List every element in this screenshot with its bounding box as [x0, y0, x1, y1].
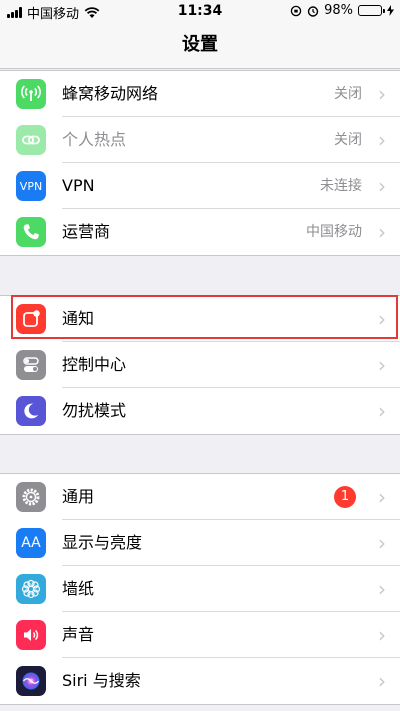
settings-row-display-brightness[interactable]: AA 显示与亮度 › — [0, 520, 400, 566]
chevron-right-icon: › — [378, 220, 386, 244]
settings-group-network: 蜂窝移动网络 关闭 › 个人热点 关闭 › VPN VPN 未连接 › 运营商 … — [0, 70, 400, 256]
settings-row-cellular[interactable]: 蜂窝移动网络 关闭 › — [0, 71, 400, 117]
settings-row-siri-search[interactable]: Siri 与搜索 › — [0, 658, 400, 704]
notifications-icon — [16, 304, 46, 334]
siri-icon — [16, 666, 46, 696]
cellular-antenna-icon — [16, 79, 46, 109]
chevron-right-icon: › — [378, 399, 386, 423]
chevron-right-icon: › — [378, 174, 386, 198]
text-size-icon-text: AA — [21, 535, 41, 551]
orientation-lock-icon — [290, 5, 302, 16]
navigation-bar: 设置 — [0, 22, 400, 69]
settings-row-label: 通知 — [62, 309, 95, 328]
settings-row-value: 中国移动 — [306, 224, 362, 240]
gear-icon — [16, 482, 46, 512]
link-icon — [16, 125, 46, 155]
settings-row-carrier[interactable]: 运营商 中国移动 › — [0, 209, 400, 255]
vpn-icon: VPN — [16, 171, 46, 201]
text-size-icon: AA — [16, 528, 46, 558]
settings-row-label: 控制中心 — [62, 355, 127, 374]
settings-row-label: 勿扰模式 — [62, 401, 127, 420]
settings-row-notifications[interactable]: 通知 › — [0, 296, 400, 342]
toggles-icon — [16, 350, 46, 380]
status-right: 98% — [290, 3, 394, 18]
settings-row-label: Siri 与搜索 — [62, 671, 141, 690]
alarm-icon — [307, 5, 319, 17]
battery-icon — [358, 5, 385, 16]
settings-row-value: 关闭 — [334, 132, 362, 148]
settings-row-general[interactable]: 通用 1 › — [0, 474, 400, 520]
settings-row-label: 蜂窝移动网络 — [62, 84, 159, 103]
flower-icon — [16, 574, 46, 604]
chevron-right-icon: › — [378, 485, 386, 509]
settings-group-notifications: 通知 › 控制中心 › 勿扰模式 › — [0, 295, 400, 435]
chevron-right-icon: › — [378, 623, 386, 647]
settings-row-label: 显示与亮度 — [62, 533, 143, 552]
settings-row-control-center[interactable]: 控制中心 › — [0, 342, 400, 388]
chevron-right-icon: › — [378, 128, 386, 152]
vpn-icon-text: VPN — [19, 179, 43, 193]
settings-row-do-not-disturb[interactable]: 勿扰模式 › — [0, 388, 400, 434]
notification-badge: 1 — [334, 486, 356, 508]
status-bar: 中国移动 11:34 98% — [0, 0, 400, 22]
chevron-right-icon: › — [378, 669, 386, 693]
settings-row-label: 通用 — [62, 487, 95, 506]
settings-row-label: VPN — [62, 176, 95, 195]
settings-row-sounds[interactable]: 声音 › — [0, 612, 400, 658]
settings-row-label: 个人热点 — [62, 130, 127, 149]
settings-row-value: 未连接 — [320, 178, 362, 194]
settings-row-vpn[interactable]: VPN VPN 未连接 › — [0, 163, 400, 209]
moon-icon — [16, 396, 46, 426]
phone-icon — [16, 217, 46, 247]
settings-row-hotspot[interactable]: 个人热点 关闭 › — [0, 117, 400, 163]
settings-row-label: 声音 — [62, 625, 95, 644]
page-title: 设置 — [182, 34, 218, 55]
settings-group-general: 通用 1 › AA 显示与亮度 › 墙纸 › 声音 › Siri 与搜索 › — [0, 473, 400, 705]
charging-bolt-icon — [387, 5, 394, 16]
settings-row-label: 墙纸 — [62, 579, 95, 598]
chevron-right-icon: › — [378, 82, 386, 106]
settings-row-value: 关闭 — [334, 86, 362, 102]
speaker-icon — [16, 620, 46, 650]
settings-row-label: 运营商 — [62, 222, 111, 241]
battery-percentage: 98% — [324, 3, 353, 18]
chevron-right-icon: › — [378, 531, 386, 555]
chevron-right-icon: › — [378, 307, 386, 331]
chevron-right-icon: › — [378, 577, 386, 601]
chevron-right-icon: › — [378, 353, 386, 377]
settings-row-wallpaper[interactable]: 墙纸 › — [0, 566, 400, 612]
